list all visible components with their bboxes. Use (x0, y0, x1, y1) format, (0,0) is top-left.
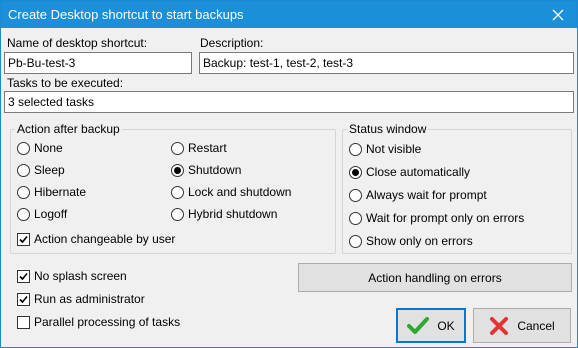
description-label: Description: (200, 36, 264, 50)
action-shutdown-option[interactable]: Shutdown (171, 163, 241, 177)
description-input[interactable]: Backup: test-1, test-2, test-3 (199, 52, 574, 74)
action-restart-option[interactable]: Restart (171, 141, 227, 155)
status-wait-on-errors-option[interactable]: Wait for prompt only on errors (349, 211, 524, 225)
ok-button[interactable]: OK (396, 308, 466, 343)
checkbox-label: Parallel processing of tasks (34, 315, 181, 329)
tasks-input[interactable]: 3 selected tasks (4, 91, 574, 113)
action-changeable-checkbox[interactable]: Action changeable by user (17, 232, 175, 246)
option-label: Restart (188, 141, 227, 155)
ok-button-label: OK (437, 318, 455, 333)
close-icon (552, 9, 564, 20)
option-label: Close automatically (366, 165, 471, 179)
checkbox-unchecked-icon (17, 315, 30, 329)
radio-icon (17, 185, 30, 199)
option-label: Hybrid shutdown (188, 207, 278, 221)
shortcut-name-input[interactable]: Pb-Bu-test-3 (4, 52, 192, 74)
checkbox-checked-icon (17, 232, 30, 246)
radio-icon (349, 142, 362, 156)
parallel-processing-checkbox[interactable]: Parallel processing of tasks (17, 315, 180, 329)
title-bar: Create Desktop shortcut to start backups (1, 1, 577, 28)
option-label: None (34, 141, 63, 155)
radio-icon (17, 207, 30, 221)
cancel-button[interactable]: Cancel (473, 308, 571, 343)
shortcut-name-label: Name of desktop shortcut: (7, 36, 148, 50)
radio-icon (349, 188, 362, 202)
checkbox-checked-icon (17, 292, 30, 306)
option-label: Not visible (366, 142, 422, 156)
cancel-x-icon (489, 316, 509, 336)
radio-icon (171, 185, 184, 199)
radio-selected-icon (349, 165, 362, 179)
action-lock-shutdown-option[interactable]: Lock and shutdown (171, 185, 291, 199)
no-splash-checkbox[interactable]: No splash screen (17, 269, 127, 283)
status-group-title: Status window (347, 122, 429, 136)
close-button[interactable] (543, 1, 573, 28)
action-group-title: Action after backup (15, 122, 122, 136)
action-sleep-option[interactable]: Sleep (17, 163, 65, 177)
status-not-visible-option[interactable]: Not visible (349, 142, 421, 156)
window-title: Create Desktop shortcut to start backups (8, 7, 244, 22)
radio-icon (171, 141, 184, 155)
status-show-on-errors-option[interactable]: Show only on errors (349, 234, 473, 248)
option-label: Logoff (34, 207, 68, 221)
checkbox-label: No splash screen (34, 269, 127, 283)
run-as-admin-checkbox[interactable]: Run as administrator (17, 292, 145, 306)
checkbox-label: Action changeable by user (34, 232, 176, 246)
error-handling-button[interactable]: Action handling on errors (298, 263, 572, 292)
option-label: Wait for prompt only on errors (366, 211, 525, 225)
option-label: Show only on errors (366, 234, 473, 248)
radio-icon (17, 141, 30, 155)
radio-icon (349, 211, 362, 225)
dialog-window: Create Desktop shortcut to start backups… (0, 0, 578, 348)
checkmark-icon (407, 316, 430, 336)
action-none-option[interactable]: None (17, 141, 63, 155)
option-label: Shutdown (188, 163, 242, 177)
cancel-button-label: Cancel (517, 318, 555, 333)
option-label: Always wait for prompt (366, 188, 487, 202)
option-label: Sleep (34, 163, 65, 177)
tasks-label: Tasks to be executed: (7, 76, 124, 90)
option-label: Lock and shutdown (188, 185, 292, 199)
action-logoff-option[interactable]: Logoff (17, 207, 67, 221)
status-close-automatically-option[interactable]: Close automatically (349, 165, 470, 179)
option-label: Hibernate (34, 185, 87, 199)
error-handling-button-label: Action handling on errors (368, 270, 502, 285)
radio-icon (171, 207, 184, 221)
checkbox-label: Run as administrator (34, 292, 145, 306)
radio-icon (349, 234, 362, 248)
action-hybrid-shutdown-option[interactable]: Hybrid shutdown (171, 207, 277, 221)
radio-icon (17, 163, 30, 177)
action-hibernate-option[interactable]: Hibernate (17, 185, 86, 199)
status-always-wait-option[interactable]: Always wait for prompt (349, 188, 487, 202)
checkbox-checked-icon (17, 269, 30, 283)
radio-selected-icon (171, 163, 184, 177)
